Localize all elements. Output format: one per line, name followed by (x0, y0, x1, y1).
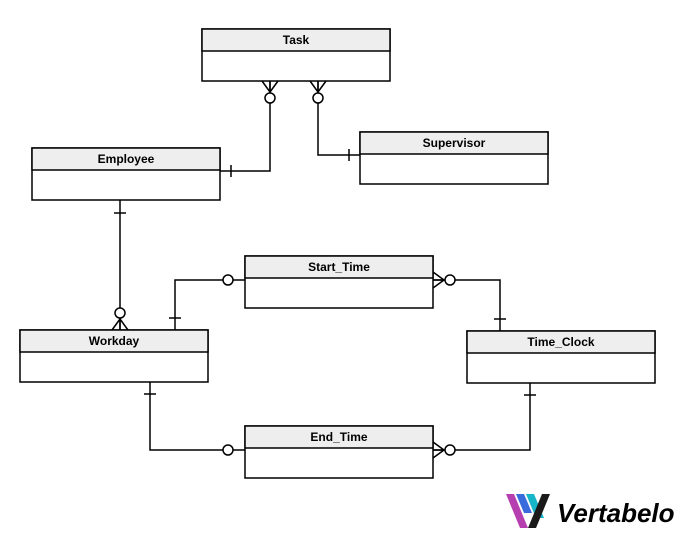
entity-task: Task (202, 29, 390, 81)
entity-workday-label: Workday (89, 334, 140, 348)
vertabelo-logo: Vertabelo (506, 494, 674, 528)
entity-endtime-label: End_Time (310, 430, 367, 444)
entity-endtime: End_Time (245, 426, 433, 478)
er-diagram: Task Employee Supervisor Start_Time Work… (0, 0, 674, 550)
entity-starttime: Start_Time (245, 256, 433, 308)
entity-starttime-label: Start_Time (308, 260, 370, 274)
entity-timeclock: Time_Clock (467, 331, 655, 383)
entity-employee-label: Employee (98, 152, 155, 166)
entity-timeclock-label: Time_Clock (527, 335, 594, 349)
rel-workday-starttime (169, 275, 245, 330)
rel-employee-task (220, 81, 278, 177)
rel-timeclock-starttime (433, 272, 506, 331)
rel-supervisor-task (310, 81, 360, 161)
rel-timeclock-endtime (433, 383, 536, 458)
vertabelo-logo-text: Vertabelo (557, 498, 674, 528)
entity-task-label: Task (283, 33, 310, 47)
entity-supervisor: Supervisor (360, 132, 548, 184)
entity-supervisor-label: Supervisor (423, 136, 486, 150)
rel-employee-workday (112, 200, 128, 330)
rel-workday-endtime (144, 382, 245, 455)
entity-employee: Employee (32, 148, 220, 200)
entity-workday: Workday (20, 330, 208, 382)
